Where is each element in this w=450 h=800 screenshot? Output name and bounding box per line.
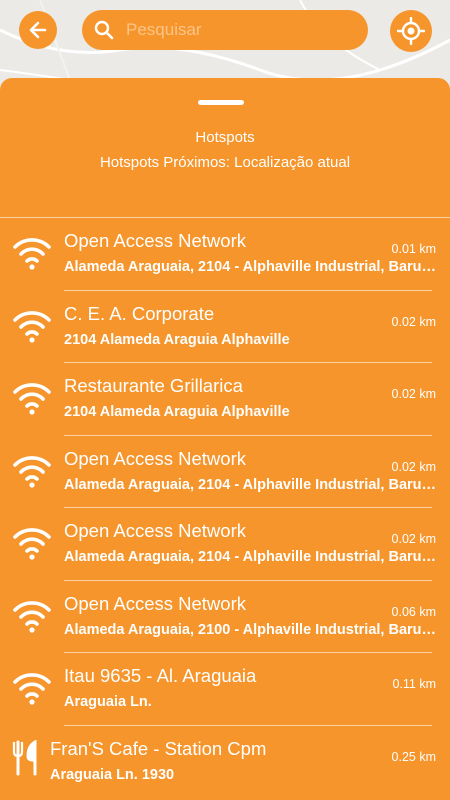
- hotspot-name: C. E. A. Corporate: [64, 302, 215, 324]
- hotspot-address: Alameda Araguaia, 2104 - Alphaville Indu…: [64, 476, 438, 493]
- hotspot-address: Alameda Araguaia, 2100 - Alphaville Indu…: [64, 621, 438, 638]
- hotspot-distance: 0.25 km: [391, 749, 436, 764]
- search-bar[interactable]: [82, 10, 368, 50]
- top-bar: [0, 0, 450, 70]
- wifi-icon: [13, 600, 51, 633]
- wifi-icon: [13, 238, 51, 270]
- sheet-subtitle: Hotspots Próximos: Localização atual: [99, 154, 351, 171]
- hotspot-distance: 0.01 km: [391, 242, 436, 256]
- current-location-button[interactable]: [390, 10, 432, 52]
- hotspot-row[interactable]: Open Access Network Alameda Araguaia, 21…: [0, 508, 450, 581]
- hotspot-name: Open Access Network: [64, 447, 246, 469]
- hotspot-distance: 0.02 km: [391, 387, 436, 401]
- hotspot-name: Open Access Network: [64, 230, 246, 251]
- hotspot-name: Open Access Network: [64, 520, 246, 541]
- hotspot-distance: 0.06 km: [391, 604, 436, 619]
- hotspot-address: Araguaia Ln.: [64, 694, 152, 710]
- hotspot-name: Open Access Network: [64, 592, 246, 614]
- hotspot-address: Alameda Araguaia, 2104 - Alphaville Indu…: [64, 259, 438, 275]
- hotspot-address: 2104 Alameda Araguia Alphaville: [64, 404, 290, 420]
- sheet-header: Hotspots Hotspots Próximos: Localização …: [0, 128, 450, 173]
- hotspot-row[interactable]: Open Access Network Alameda Araguaia, 21…: [0, 436, 450, 508]
- drag-handle[interactable]: [198, 100, 244, 105]
- hotspot-distance: 0.02 km: [391, 459, 436, 474]
- hotspot-address: Alameda Araguaia, 2104 - Alphaville Indu…: [64, 549, 438, 565]
- sheet-title: Hotspots: [195, 129, 255, 146]
- hotspot-address: Araguaia Ln. 1930: [50, 766, 175, 783]
- fork-knife-icon: [12, 739, 37, 775]
- wifi-icon: [13, 673, 51, 705]
- arrow-left-icon: [29, 21, 47, 39]
- wifi-icon: [13, 383, 51, 415]
- wifi-icon: [13, 310, 51, 343]
- search-icon: [94, 19, 116, 41]
- hotspot-list: Open Access Network Alameda Araguaia, 21…: [0, 218, 450, 798]
- hotspot-name: Restaurante Grillarica: [64, 375, 243, 396]
- hotspot-row[interactable]: Fran'S Cafe - Station Cpm Araguaia Ln. 1…: [0, 726, 450, 799]
- hotspot-address: 2104 Alameda Araguia Alphaville: [64, 331, 290, 348]
- hotspot-distance: 0.02 km: [391, 532, 436, 546]
- wifi-icon: [13, 528, 51, 560]
- hotspots-sheet: Hotspots Hotspots Próximos: Localização …: [0, 78, 450, 800]
- hotspot-distance: 0.02 km: [391, 314, 436, 329]
- hotspot-row[interactable]: Open Access Network Alameda Araguaia, 21…: [0, 218, 450, 291]
- hotspot-name: Itau 9635 - Al. Araguaia: [64, 665, 257, 686]
- hotspot-row[interactable]: Open Access Network Alameda Araguaia, 21…: [0, 581, 450, 653]
- hotspot-name: Fran'S Cafe - Station Cpm: [50, 737, 267, 759]
- hotspot-distance: 0.11 km: [392, 677, 436, 691]
- hotspot-row[interactable]: C. E. A. Corporate 2104 Alameda Araguia …: [0, 291, 450, 363]
- wifi-icon: [13, 455, 51, 488]
- hotspot-row[interactable]: Restaurante Grillarica 2104 Alameda Arag…: [0, 363, 450, 436]
- back-button[interactable]: [19, 11, 57, 49]
- search-input[interactable]: [124, 14, 348, 46]
- crosshair-icon: [397, 17, 425, 45]
- hotspot-row[interactable]: Itau 9635 - Al. Araguaia Araguaia Ln. 0.…: [0, 653, 450, 726]
